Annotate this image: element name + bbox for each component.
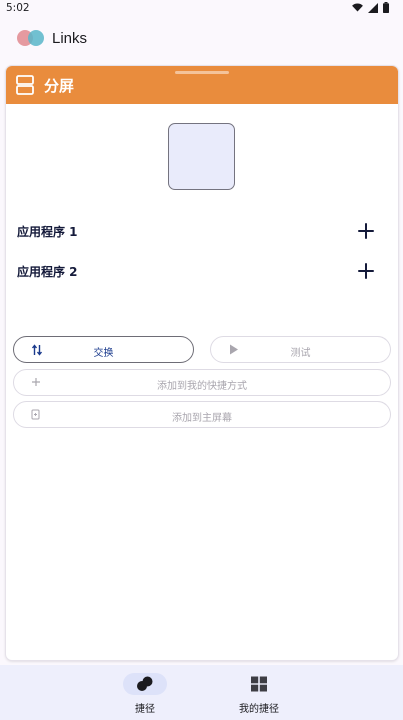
- add-to-home-button[interactable]: 添加到主屏幕: [13, 401, 391, 428]
- card-title: 分屏: [44, 77, 75, 95]
- status-bar: 5:02: [0, 0, 403, 16]
- app-row-label: 应用程序 1: [17, 225, 78, 239]
- status-icons: [352, 2, 389, 13]
- split-screen-card: 分屏 应用程序 1 应用程序 2 交换 测试 添加到我的快捷方式 添加到主屏幕: [6, 66, 398, 660]
- add-to-shortcuts-label: 添加到我的快捷方式: [157, 381, 247, 392]
- signal-icon: [368, 2, 378, 13]
- card-header: 分屏: [6, 66, 398, 104]
- split-screen-icon: [16, 75, 34, 95]
- nav-label: 捷径: [135, 704, 155, 715]
- swap-button-label: 交换: [93, 348, 114, 359]
- app-title: Links: [52, 30, 88, 47]
- nav-item-shortcuts[interactable]: 捷径: [105, 673, 185, 717]
- app-logo-icon: [17, 30, 44, 46]
- bottom-navigation: 捷径 我的捷径: [0, 665, 403, 720]
- nav-item-my-shortcuts[interactable]: 我的捷径: [219, 673, 299, 717]
- swap-button[interactable]: 交换: [13, 336, 194, 363]
- status-time: 5:02: [6, 2, 30, 14]
- battery-icon: [383, 2, 389, 13]
- test-button[interactable]: 测试: [210, 336, 391, 363]
- split-preview: [168, 123, 235, 190]
- plus-icon[interactable]: [357, 262, 375, 280]
- app-row-1[interactable]: 应用程序 1: [6, 216, 398, 246]
- shortcuts-icon: [137, 676, 153, 691]
- drag-handle[interactable]: [175, 71, 229, 74]
- grid-icon: [251, 676, 267, 692]
- app-row-2[interactable]: 应用程序 2: [6, 256, 398, 286]
- add-to-shortcuts-button[interactable]: 添加到我的快捷方式: [13, 369, 391, 396]
- app-row-label: 应用程序 2: [17, 265, 78, 279]
- app-bar: Links: [0, 22, 403, 56]
- plus-icon[interactable]: [357, 222, 375, 240]
- add-to-home-label: 添加到主屏幕: [172, 413, 232, 424]
- test-button-label: 测试: [290, 348, 311, 359]
- wifi-icon: [352, 3, 363, 12]
- nav-label: 我的捷径: [239, 704, 279, 715]
